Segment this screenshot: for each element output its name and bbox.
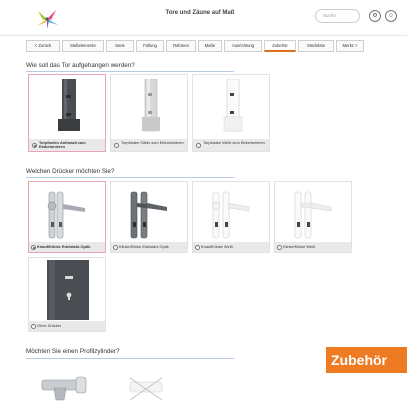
tab-serie[interactable]: Serie: [106, 40, 134, 52]
option-label: Ohne Drücker: [37, 323, 62, 328]
radio-icon[interactable]: [113, 244, 118, 250]
option-label: Torpfosten Weiß zum Einbetonieren: [203, 140, 265, 145]
post-anthracite-image: [58, 79, 80, 131]
handle-knob-white-image: [211, 191, 250, 239]
option-cylinder-no[interactable]: [110, 362, 188, 401]
tab-merkzettel[interactable]: Merkz >: [336, 40, 364, 52]
option-cylinder-yes[interactable]: [28, 362, 106, 401]
post-silver-image: [142, 79, 160, 132]
tab-rahmen[interactable]: Rahmen: [166, 40, 196, 52]
section-title-mounting: Wie soll das Tor aufgehangen werden?: [26, 62, 135, 69]
option-caption: Torpfosten Anthrazit zum Einbetonieren: [29, 139, 105, 151]
option-label: Torpfosten Anthrazit zum Einbetonieren: [39, 140, 86, 150]
handle-lever-white-image: [294, 191, 332, 239]
option-handle-knob-white[interactable]: Knauf/Klinke Weiß: [192, 181, 270, 253]
option-handle-lever-white[interactable]: Klinke/Klinke Weiß: [274, 181, 352, 253]
radio-icon[interactable]: [196, 143, 201, 148]
page-title: Tore und Zäune auf Maß: [165, 10, 235, 16]
radio-icon[interactable]: [195, 244, 200, 250]
tab-masse[interactable]: Maße: [198, 40, 222, 52]
tab-fuellung[interactable]: Füllung: [136, 40, 164, 52]
radio-icon[interactable]: [31, 244, 36, 250]
profile-cylinder-image: [41, 376, 87, 401]
post-white-image: [223, 79, 243, 132]
section-divider: [26, 71, 234, 72]
option-post-anthracite[interactable]: Torpfosten Anthrazit zum Einbetonieren: [28, 74, 106, 152]
option-caption: Ohne Drücker: [29, 321, 105, 331]
handle-none-image: [47, 260, 89, 320]
option-handle-lever-steel[interactable]: Klinke/Klinke Edelstahl-Optik: [110, 181, 188, 253]
option-post-white[interactable]: Torpfosten Weiß zum Einbetonieren: [192, 74, 270, 152]
radio-icon[interactable]: [277, 244, 282, 250]
handle-lever-steel-image: [130, 191, 167, 239]
section-divider: [26, 358, 234, 359]
option-caption: Torpfosten Weiß zum Einbetonieren: [193, 139, 269, 151]
no-cylinder-image: [129, 377, 163, 401]
option-caption: Klinke/Klinke Edelstahl-Optik: [111, 242, 187, 252]
search-input[interactable]: Suche: [315, 9, 360, 23]
option-handle-none[interactable]: Ohne Drücker: [28, 257, 106, 332]
option-label: Knauf/Klinke Weiß: [201, 244, 233, 249]
section-title-cylinder: Möchten Sie einen Profilzylinder?: [26, 348, 120, 355]
tab-masselemente[interactable]: Maßelemente: [62, 40, 104, 52]
option-handle-knob-steel[interactable]: Knauf/Klinke Edelstahl-Optik: [28, 181, 106, 253]
handle-knob-steel-image: [47, 191, 85, 239]
radio-icon[interactable]: [31, 323, 36, 329]
option-label: Klinke/Klinke Edelstahl-Optik: [119, 244, 169, 249]
option-label: Torpfosten Silber zum Einbetonieren: [121, 140, 184, 145]
user-icon[interactable]: ☺: [385, 10, 397, 22]
tab-back[interactable]: < Zurück: [26, 40, 60, 52]
section-divider: [26, 177, 234, 178]
tab-ausrichtung[interactable]: Ausrichtung: [224, 40, 262, 52]
radio-icon[interactable]: [114, 143, 119, 148]
step-tabs: < Zurück Maßelemente Serie Füllung Rahme…: [26, 40, 366, 52]
category-badge: Zubehör: [326, 347, 407, 373]
logo-icon[interactable]: [34, 8, 60, 30]
app-header: Tore und Zäune auf Maß Suche ⚙ ☺: [0, 0, 407, 36]
option-caption: Knauf/Klinke Weiß: [193, 242, 269, 252]
option-post-silver[interactable]: Torpfosten Silber zum Einbetonieren: [110, 74, 188, 152]
gear-icon[interactable]: ⚙: [369, 10, 381, 22]
option-caption: Klinke/Klinke Weiß: [275, 242, 351, 252]
option-caption: Torpfosten Silber zum Einbetonieren: [111, 139, 187, 151]
radio-icon[interactable]: [32, 143, 37, 148]
tab-stueckliste[interactable]: Stückliste: [298, 40, 334, 52]
section-title-handle: Welchen Drücker möchten Sie?: [26, 168, 115, 175]
tab-zubehoer[interactable]: Zubehör: [264, 40, 296, 52]
option-caption: Knauf/Klinke Edelstahl-Optik: [29, 242, 105, 252]
option-label: Klinke/Klinke Weiß: [283, 244, 316, 249]
option-label: Knauf/Klinke Edelstahl-Optik: [37, 244, 91, 249]
